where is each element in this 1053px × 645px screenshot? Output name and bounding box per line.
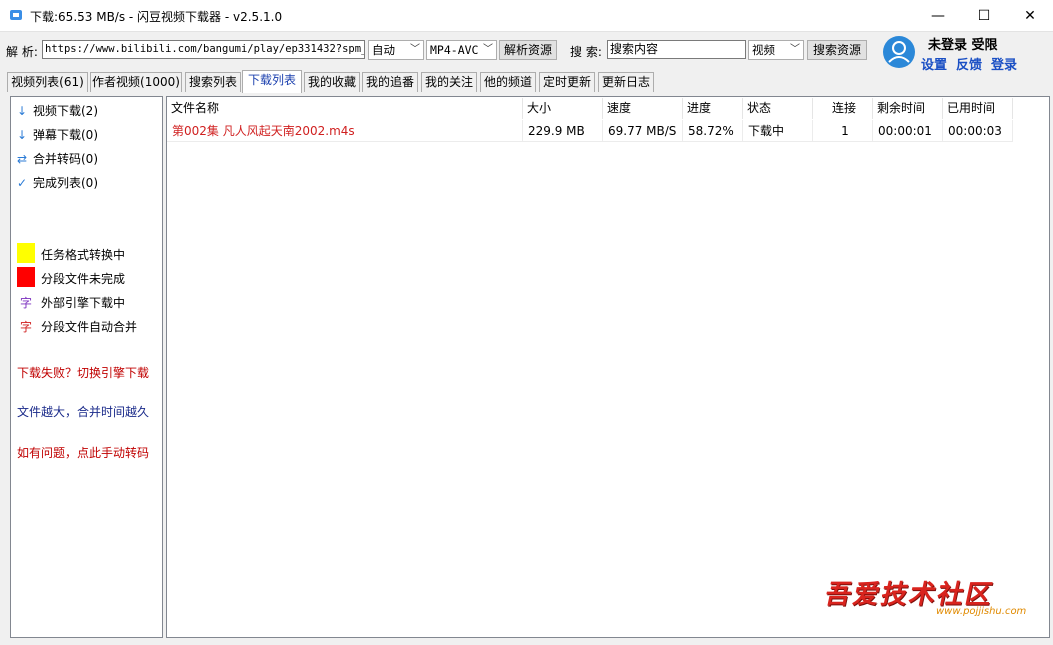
legend-yellow-swatch [17,243,35,263]
tab-favorites[interactable]: 我的收藏 [304,72,360,92]
login-status: 未登录 受限 [928,38,998,53]
sidebar-item-label: 完成列表(0) [33,176,98,190]
table-row[interactable]: 第002集 凡人风起天南2002.m4s 229.9 MB 69.77 MB/S… [167,120,1013,142]
tab-video-list[interactable]: 视频列表(61) [7,72,88,92]
tab-following[interactable]: 我的关注 [421,72,477,92]
legend-label: 分段文件未完成 [41,272,126,286]
column-header-elapsed[interactable]: 已用时间 [943,98,1013,119]
watermark-url: www.pojjishu.com [936,606,1027,617]
legend-red-glyph: 字 [20,320,33,334]
parse-button[interactable]: 解析资源 [499,40,557,60]
cell-status: 下载中 [743,120,813,142]
avatar-icon[interactable] [882,35,916,69]
tab-his-channel[interactable]: 他的频道 [480,72,536,92]
feedback-link[interactable]: 反馈 [956,54,982,73]
chevron-down-icon: ﹀ [790,44,800,55]
arrow-down-icon: ↓ [17,128,28,142]
cell-filename: 第002集 凡人风起天南2002.m4s [167,120,523,142]
column-header-filename[interactable]: 文件名称 [167,98,523,119]
search-type-value: 视频 [752,43,775,57]
column-header-progress[interactable]: 进度 [683,98,743,119]
title-bar: 下载:65.53 MB/s - 闪豆视频下载器 - v2.5.1.0 — ☐ ✕ [0,0,1053,32]
download-table: 文件名称 大小 速度 进度 状态 连接 剩余时间 已用时间 第002集 凡人风起… [166,96,1050,638]
sidebar-item-label: 合并转码(0) [33,152,98,166]
chevron-down-icon: ﹀ [483,44,493,55]
tip-manual-transcode[interactable]: 如有问题，点此手动转码 [17,444,149,461]
cell-progress: 58.72% [683,120,743,142]
sidebar-item-video-download[interactable]: ↓ 视频下载(2) [17,101,98,121]
app-icon [10,10,22,20]
minimize-button[interactable]: — [915,0,961,31]
cell-size: 229.9 MB [523,120,603,142]
cell-elapsed: 00:00:03 [943,120,1013,142]
close-button[interactable]: ✕ [1007,0,1053,31]
tip-switch-engine[interactable]: 下载失败？切换引擎下载 [17,364,149,381]
quality-select[interactable]: 自动 ﹀ [368,40,424,60]
tab-author-videos[interactable]: 作者视频(1000) [90,72,182,92]
cell-speed: 69.77 MB/S [603,120,683,142]
sidebar: ↓ 视频下载(2) ↓ 弹幕下载(0) ⇄ 合并转码(0) ✓ 完成列表(0) 任务格式… [10,96,163,638]
column-header-status[interactable]: 状态 [743,98,813,119]
tip-merge-time: 文件越大，合并时间越久 [17,405,150,419]
check-icon: ✓ [17,176,28,190]
sidebar-item-label: 弹幕下载(0) [33,128,98,142]
sidebar-item-completed[interactable]: ✓ 完成列表(0) [17,173,98,193]
cell-connections: 1 [813,120,873,142]
url-input[interactable]: https://www.bilibili.com/bangumi/play/ep… [42,40,365,59]
settings-link[interactable]: 设置 [921,54,947,73]
tab-scheduled-update[interactable]: 定时更新 [539,72,595,92]
chevron-down-icon: ﹀ [410,44,420,55]
swap-icon: ⇄ [17,152,28,166]
format-value: MP4-AVC [430,43,479,57]
search-input[interactable]: 搜索内容 [607,40,746,59]
cell-remaining: 00:00:01 [873,120,943,142]
search-button[interactable]: 搜索资源 [807,40,867,60]
maximize-button[interactable]: ☐ [961,0,1007,31]
column-header-speed[interactable]: 速度 [603,98,683,119]
arrow-down-icon: ↓ [17,104,28,118]
tab-my-bangumi[interactable]: 我的追番 [362,72,418,92]
legend-red-swatch [17,267,35,287]
legend-label: 分段文件自动合并 [41,320,138,334]
search-type-select[interactable]: 视频 ﹀ [748,40,804,60]
column-header-connections[interactable]: 连接 [813,98,873,119]
tab-search-list[interactable]: 搜索列表 [185,72,241,92]
search-label: 搜 索: [570,45,602,59]
tab-download-list[interactable]: 下载列表 [242,70,302,93]
column-header-remaining[interactable]: 剩余时间 [873,98,943,119]
parse-label: 解 析: [6,45,38,59]
quality-value: 自动 [372,43,395,57]
legend-purple-glyph: 字 [20,296,33,310]
sidebar-item-danmaku-download[interactable]: ↓ 弹幕下载(0) [17,125,98,145]
tab-changelog[interactable]: 更新日志 [598,72,654,92]
sidebar-item-merge-transcode[interactable]: ⇄ 合并转码(0) [17,149,98,169]
sidebar-item-label: 视频下载(2) [33,104,98,118]
legend-label: 外部引擎下载中 [41,296,126,310]
format-select[interactable]: MP4-AVC ﹀ [426,40,497,60]
legend-label: 任务格式转换中 [41,248,126,262]
window-title: 下载:65.53 MB/s - 闪豆视频下载器 - v2.5.1.0 [30,10,283,24]
login-link[interactable]: 登录 [991,54,1017,73]
column-header-size[interactable]: 大小 [523,98,603,119]
